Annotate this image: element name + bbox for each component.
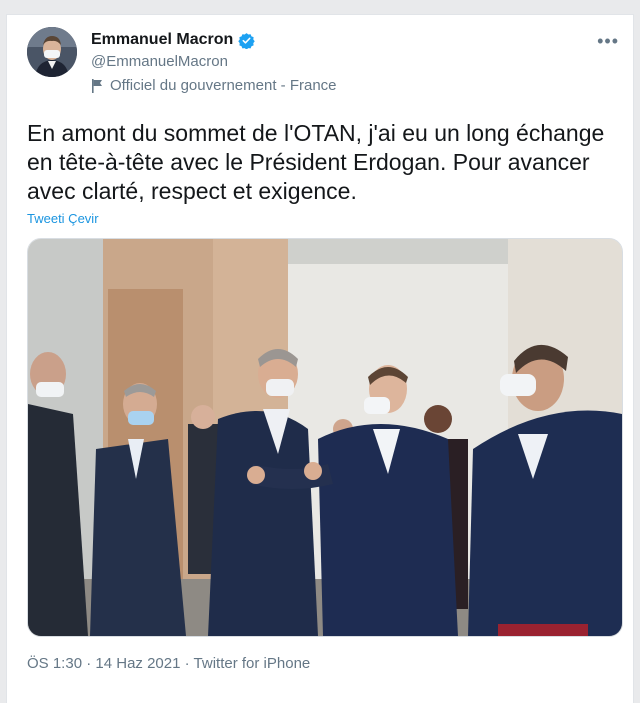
meta-separator: · (184, 655, 190, 672)
tweet-date[interactable]: 14 Haz 2021 (95, 655, 180, 672)
avatar[interactable] (27, 27, 77, 77)
verified-badge-icon (238, 32, 255, 49)
tweet-source[interactable]: Twitter for iPhone (194, 655, 311, 672)
tweet-text: En amont du sommet de l'OTAN, j'ai eu un… (27, 120, 605, 204)
government-label: Officiel du gouvernement - France (91, 77, 337, 94)
author-name[interactable]: Emmanuel Macron (91, 31, 233, 49)
more-horizontal-icon[interactable]: ••• (597, 31, 619, 52)
tweet-time[interactable]: ÖS 1:30 (27, 655, 82, 672)
translate-tweet-link[interactable]: Tweeti Çevir (27, 211, 99, 226)
photo-image (28, 239, 622, 636)
meta-separator: · (86, 655, 92, 672)
avatar-photo (27, 27, 77, 77)
flag-icon (92, 78, 102, 93)
government-label-text: Officiel du gouvernement - France (110, 77, 337, 94)
tweet-meta: ÖS 1:30 · 14 Haz 2021 · Twitter for iPho… (27, 655, 310, 672)
tweet-photo[interactable] (27, 238, 623, 637)
author-handle[interactable]: @EmmanuelMacron (91, 53, 228, 70)
tweet-card: Emmanuel Macron @EmmanuelMacron Officiel… (6, 14, 634, 703)
author-row: Emmanuel Macron (91, 31, 255, 49)
